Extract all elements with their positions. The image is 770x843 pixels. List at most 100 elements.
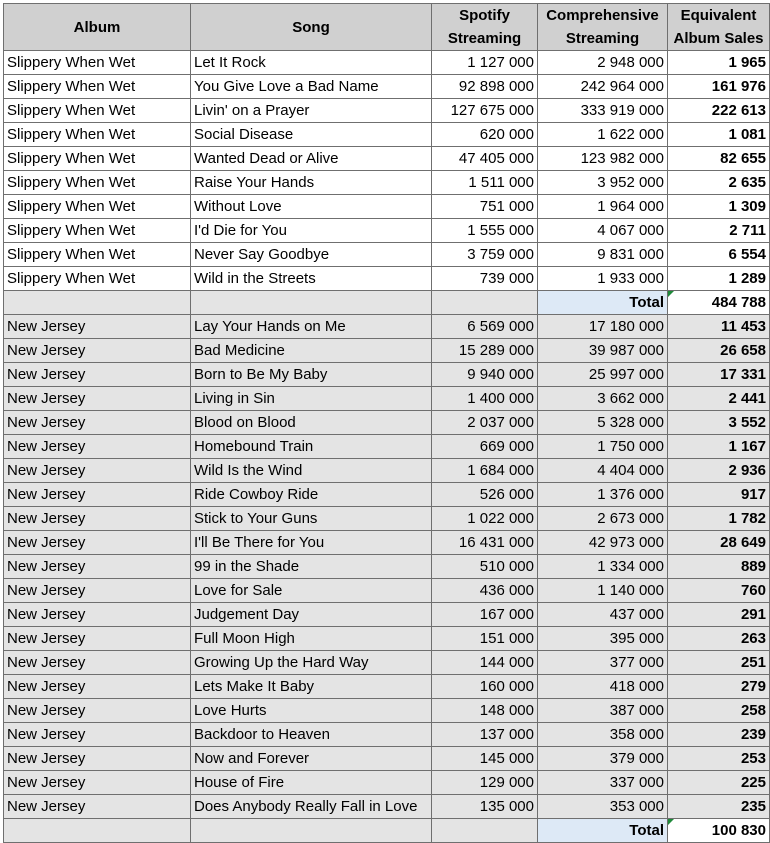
spotify-streaming-cell[interactable]: 1 511 000 xyxy=(431,170,538,195)
empty-cell[interactable] xyxy=(3,818,191,843)
album-cell[interactable]: New Jersey xyxy=(3,626,191,651)
album-cell[interactable]: New Jersey xyxy=(3,362,191,387)
header-song[interactable]: Song xyxy=(190,3,432,51)
equivalent-album-sales-cell[interactable]: 1 081 xyxy=(667,122,770,147)
total-label[interactable]: Total xyxy=(537,818,668,843)
equivalent-album-sales-cell[interactable]: 161 976 xyxy=(667,74,770,99)
song-cell[interactable]: Raise Your Hands xyxy=(190,170,432,195)
comprehensive-streaming-cell[interactable]: 379 000 xyxy=(537,746,668,771)
empty-cell[interactable] xyxy=(190,818,432,843)
equivalent-album-sales-cell[interactable]: 3 552 xyxy=(667,410,770,435)
comprehensive-streaming-cell[interactable]: 3 952 000 xyxy=(537,170,668,195)
equivalent-album-sales-cell[interactable]: 235 xyxy=(667,794,770,819)
spotify-streaming-cell[interactable]: 129 000 xyxy=(431,770,538,795)
album-cell[interactable]: New Jersey xyxy=(3,578,191,603)
equivalent-album-sales-cell[interactable]: 253 xyxy=(667,746,770,771)
song-cell[interactable]: Blood on Blood xyxy=(190,410,432,435)
album-cell[interactable]: Slippery When Wet xyxy=(3,122,191,147)
comprehensive-streaming-cell[interactable]: 17 180 000 xyxy=(537,314,668,339)
equivalent-album-sales-cell[interactable]: 28 649 xyxy=(667,530,770,555)
comprehensive-streaming-cell[interactable]: 395 000 xyxy=(537,626,668,651)
empty-cell[interactable] xyxy=(431,818,538,843)
equivalent-album-sales-cell[interactable]: 2 441 xyxy=(667,386,770,411)
song-cell[interactable]: Love for Sale xyxy=(190,578,432,603)
comprehensive-streaming-cell[interactable]: 1 750 000 xyxy=(537,434,668,459)
spotify-streaming-cell[interactable]: 145 000 xyxy=(431,746,538,771)
spotify-streaming-cell[interactable]: 620 000 xyxy=(431,122,538,147)
song-cell[interactable]: Living in Sin xyxy=(190,386,432,411)
album-cell[interactable]: New Jersey xyxy=(3,698,191,723)
spotify-streaming-cell[interactable]: 127 675 000 xyxy=(431,98,538,123)
empty-cell[interactable] xyxy=(3,290,191,315)
song-cell[interactable]: Social Disease xyxy=(190,122,432,147)
spotify-streaming-cell[interactable]: 15 289 000 xyxy=(431,338,538,363)
comprehensive-streaming-cell[interactable]: 42 973 000 xyxy=(537,530,668,555)
spotify-streaming-cell[interactable]: 9 940 000 xyxy=(431,362,538,387)
comprehensive-streaming-cell[interactable]: 25 997 000 xyxy=(537,362,668,387)
song-cell[interactable]: Born to Be My Baby xyxy=(190,362,432,387)
song-cell[interactable]: I'll Be There for You xyxy=(190,530,432,555)
song-cell[interactable]: Bad Medicine xyxy=(190,338,432,363)
spotify-streaming-cell[interactable]: 669 000 xyxy=(431,434,538,459)
spotify-streaming-cell[interactable]: 1 127 000 xyxy=(431,50,538,75)
header-equivalent-album-sales[interactable]: Equivalent Album Sales xyxy=(667,3,770,51)
album-cell[interactable]: New Jersey xyxy=(3,722,191,747)
album-cell[interactable]: Slippery When Wet xyxy=(3,98,191,123)
comprehensive-streaming-cell[interactable]: 123 982 000 xyxy=(537,146,668,171)
comprehensive-streaming-cell[interactable]: 9 831 000 xyxy=(537,242,668,267)
spotify-streaming-cell[interactable]: 510 000 xyxy=(431,554,538,579)
album-cell[interactable]: New Jersey xyxy=(3,602,191,627)
album-cell[interactable]: Slippery When Wet xyxy=(3,146,191,171)
equivalent-album-sales-cell[interactable]: 2 711 xyxy=(667,218,770,243)
comprehensive-streaming-cell[interactable]: 1 334 000 xyxy=(537,554,668,579)
song-cell[interactable]: Love Hurts xyxy=(190,698,432,723)
comprehensive-streaming-cell[interactable]: 358 000 xyxy=(537,722,668,747)
album-cell[interactable]: New Jersey xyxy=(3,674,191,699)
album-cell[interactable]: Slippery When Wet xyxy=(3,266,191,291)
song-cell[interactable]: Does Anybody Really Fall in Love xyxy=(190,794,432,819)
song-cell[interactable]: Homebound Train xyxy=(190,434,432,459)
album-cell[interactable]: New Jersey xyxy=(3,794,191,819)
spotify-streaming-cell[interactable]: 135 000 xyxy=(431,794,538,819)
song-cell[interactable]: Wild Is the Wind xyxy=(190,458,432,483)
album-cell[interactable]: New Jersey xyxy=(3,506,191,531)
equivalent-album-sales-cell[interactable]: 889 xyxy=(667,554,770,579)
total-value[interactable]: 100 830 xyxy=(667,818,770,843)
equivalent-album-sales-cell[interactable]: 279 xyxy=(667,674,770,699)
comprehensive-streaming-cell[interactable]: 242 964 000 xyxy=(537,74,668,99)
album-cell[interactable]: New Jersey xyxy=(3,434,191,459)
equivalent-album-sales-cell[interactable]: 1 965 xyxy=(667,50,770,75)
song-cell[interactable]: Stick to Your Guns xyxy=(190,506,432,531)
equivalent-album-sales-cell[interactable]: 26 658 xyxy=(667,338,770,363)
equivalent-album-sales-cell[interactable]: 760 xyxy=(667,578,770,603)
comprehensive-streaming-cell[interactable]: 337 000 xyxy=(537,770,668,795)
album-cell[interactable]: Slippery When Wet xyxy=(3,50,191,75)
spotify-streaming-cell[interactable]: 167 000 xyxy=(431,602,538,627)
total-value[interactable]: 484 788 xyxy=(667,290,770,315)
equivalent-album-sales-cell[interactable]: 11 453 xyxy=(667,314,770,339)
comprehensive-streaming-cell[interactable]: 353 000 xyxy=(537,794,668,819)
album-cell[interactable]: New Jersey xyxy=(3,530,191,555)
equivalent-album-sales-cell[interactable]: 1 289 xyxy=(667,266,770,291)
spotify-streaming-cell[interactable]: 526 000 xyxy=(431,482,538,507)
equivalent-album-sales-cell[interactable]: 291 xyxy=(667,602,770,627)
comprehensive-streaming-cell[interactable]: 377 000 xyxy=(537,650,668,675)
spotify-streaming-cell[interactable]: 137 000 xyxy=(431,722,538,747)
song-cell[interactable]: You Give Love a Bad Name xyxy=(190,74,432,99)
spotify-streaming-cell[interactable]: 1 022 000 xyxy=(431,506,538,531)
header-album[interactable]: Album xyxy=(3,3,191,51)
equivalent-album-sales-cell[interactable]: 258 xyxy=(667,698,770,723)
empty-cell[interactable] xyxy=(190,290,432,315)
equivalent-album-sales-cell[interactable]: 222 613 xyxy=(667,98,770,123)
song-cell[interactable]: Wild in the Streets xyxy=(190,266,432,291)
album-cell[interactable]: New Jersey xyxy=(3,410,191,435)
comprehensive-streaming-cell[interactable]: 5 328 000 xyxy=(537,410,668,435)
comprehensive-streaming-cell[interactable]: 4 404 000 xyxy=(537,458,668,483)
album-cell[interactable]: New Jersey xyxy=(3,386,191,411)
equivalent-album-sales-cell[interactable]: 2 635 xyxy=(667,170,770,195)
spotify-streaming-cell[interactable]: 47 405 000 xyxy=(431,146,538,171)
equivalent-album-sales-cell[interactable]: 17 331 xyxy=(667,362,770,387)
song-cell[interactable]: Lay Your Hands on Me xyxy=(190,314,432,339)
comprehensive-streaming-cell[interactable]: 1 964 000 xyxy=(537,194,668,219)
total-label[interactable]: Total xyxy=(537,290,668,315)
